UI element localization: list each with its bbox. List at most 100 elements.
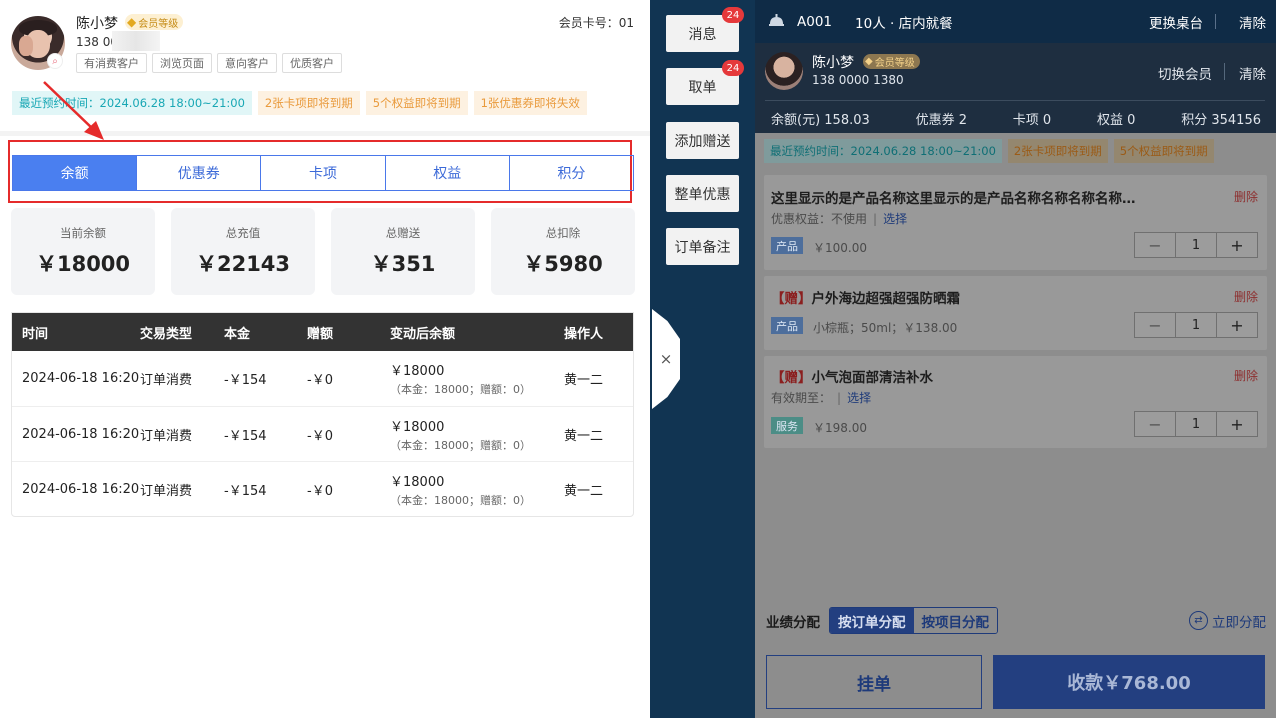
delete-item-button[interactable]: 删除 — [1234, 367, 1258, 384]
summary-balance: 余额(元) 158.03 — [771, 113, 870, 128]
quantity-stepper: − 1 + — [1134, 411, 1258, 437]
order-discount-button[interactable]: 整单优惠 — [666, 175, 739, 212]
tab-cards[interactable]: 卡项 — [260, 156, 384, 190]
stat-total-gift: 总赠送 ￥351 — [331, 208, 475, 295]
quantity-stepper: − 1 + — [1134, 312, 1258, 338]
header-operator: 操作人 — [564, 326, 604, 342]
table-row: 2024-06-18 16:20 订单消费 -￥154 -￥0 ￥18000 （… — [22, 364, 604, 396]
coupon-expire-notice: 1张优惠券即将失效 — [473, 91, 587, 115]
item-price: ￥198.00 — [813, 421, 867, 435]
orders-count-badge: 24 — [722, 60, 744, 76]
summary-coupons: 优惠券 2 — [915, 113, 967, 128]
diamond-icon: ◆ — [127, 15, 137, 29]
messages-count-badge: 24 — [722, 7, 744, 23]
messages-button[interactable]: 消息 24 — [666, 7, 744, 52]
clear-table-button[interactable]: 清除 — [1239, 12, 1266, 32]
order-note-button[interactable]: 订单备注 — [666, 228, 739, 265]
quantity-value[interactable]: 1 — [1176, 313, 1216, 337]
item-title: 【赠】户外海边超强超强防晒霜 — [771, 291, 960, 307]
tab-coupons[interactable]: 优惠券 — [136, 156, 260, 190]
card-expire-notice: 2张卡项即将到期 — [257, 91, 360, 115]
table-row: 2024-06-18 16:20 订单消费 -￥154 -￥0 ￥18000 （… — [12, 461, 633, 516]
item-title: 这里显示的是产品名称这里显示的是产品名称名称名称名称… — [771, 191, 1136, 207]
stat-current-balance: 当前余额 ￥18000 — [11, 208, 155, 295]
switch-member-button[interactable]: 切换会员 — [1158, 63, 1212, 83]
member-level-badge: ◆ 会员等级 — [125, 14, 184, 30]
dining-info: 10人 · 店内就餐 — [855, 15, 953, 32]
header-gift: 赠额 — [307, 326, 334, 342]
quantity-value[interactable]: 1 — [1176, 233, 1216, 257]
diamond-icon: ◆ — [865, 56, 873, 67]
order-member-phone: 138 0000 1380 — [812, 73, 904, 87]
member-tag: 意向客户 — [217, 53, 277, 73]
item-type-tag: 产品 — [771, 237, 803, 254]
item-spec-price: 小棕瓶；50ml；￥138.00 — [813, 321, 958, 335]
tab-rights[interactable]: 权益 — [384, 156, 509, 190]
balance-stats: 当前余额 ￥18000 总充值 ￥22143 总赠送 ￥351 总扣除 ￥598… — [11, 208, 635, 295]
member-card-number: 会员卡号：01 — [558, 16, 634, 30]
member-summary: 余额(元) 158.03 优惠券 2 卡项 0 权益 0 积分 354156 — [771, 109, 1261, 128]
member-detail-panel: ⌕ 陈小梦 ◆ 会员等级 138 00 会员卡号：01 有消费客户 浏览页面 意… — [0, 0, 650, 718]
order-notices: 最近预约时间：2024.06.28 18:00~21:00 2张卡项即将到期 5… — [764, 139, 1214, 163]
increase-button[interactable]: + — [1216, 233, 1257, 257]
header-balance: 变动后余额 — [390, 326, 456, 342]
increase-button[interactable]: + — [1216, 412, 1257, 436]
decrease-button[interactable]: − — [1135, 412, 1176, 436]
member-tags: 有消费客户 浏览页面 意向客户 优质客户 — [76, 53, 342, 73]
summary-points: 积分 354156 — [1181, 113, 1261, 128]
increase-button[interactable]: + — [1216, 313, 1257, 337]
performance-allocation: 业绩分配 按订单分配 按项目分配 ⇄ 立即分配 — [766, 607, 1266, 634]
order-top-bar: A001 10人 · 店内就餐 更换桌台 清除 — [755, 0, 1276, 43]
item-validity-line: 有效期至： | 选择 — [771, 391, 872, 405]
order-member-card: 陈小梦 ◆ 会员等级 138 0000 1380 切换会员 清除 余额(元) 1… — [755, 43, 1276, 133]
header-type: 交易类型 — [140, 326, 193, 342]
table-header: 时间 交易类型 本金 赠额 变动后余额 操作人 — [12, 313, 633, 351]
swap-icon: ⇄ — [1189, 611, 1208, 630]
item-price: ￥100.00 — [813, 241, 867, 255]
order-item: 这里显示的是产品名称这里显示的是产品名称名称名称名称… 删除 优惠权益：不使用 |… — [764, 175, 1267, 270]
select-discount-link[interactable]: 选择 — [883, 212, 907, 226]
retrieve-order-button[interactable]: 取单 24 — [666, 60, 744, 105]
add-gift-button[interactable]: 添加赠送 — [666, 122, 739, 159]
summary-rights: 权益 0 — [1097, 113, 1136, 128]
checkout-button[interactable]: 收款￥768.00 — [993, 655, 1265, 709]
gift-label: 【赠】 — [771, 291, 812, 307]
order-member-badge: ◆ 会员等级 — [863, 54, 920, 69]
section-divider — [0, 131, 650, 136]
item-type-tag: 服务 — [771, 417, 803, 434]
order-panel: A001 10人 · 店内就餐 更换桌台 清除 陈小梦 ◆ 会员等级 138 0… — [755, 0, 1276, 718]
service-bell-icon — [768, 13, 786, 31]
table-row: 2024-06-18 16:20 订单消费 -￥154 -￥0 ￥18000 （… — [12, 406, 633, 461]
header-principal: 本金 — [224, 326, 251, 342]
allocation-toggle: 按订单分配 按项目分配 — [829, 607, 998, 634]
tab-points[interactable]: 积分 — [508, 156, 633, 190]
hang-order-button[interactable]: 挂单 — [766, 655, 982, 709]
search-icon[interactable]: ⌕ — [47, 53, 63, 69]
item-discount-line: 优惠权益：不使用 | 选择 — [771, 212, 908, 226]
select-validity-link[interactable]: 选择 — [847, 391, 871, 405]
close-icon: × — [659, 350, 673, 368]
clear-member-button[interactable]: 清除 — [1239, 63, 1266, 83]
transaction-table: 时间 交易类型 本金 赠额 变动后余额 操作人 2024-06-18 16:20… — [11, 312, 634, 517]
quantity-stepper: − 1 + — [1134, 232, 1258, 258]
item-title: 【赠】小气泡面部清洁补水 — [771, 370, 933, 386]
order-member-avatar — [765, 52, 803, 90]
delete-item-button[interactable]: 删除 — [1234, 288, 1258, 305]
member-tag: 有消费客户 — [76, 53, 147, 73]
member-name: 陈小梦 — [76, 16, 118, 32]
delete-item-button[interactable]: 删除 — [1234, 188, 1258, 205]
decrease-button[interactable]: − — [1135, 313, 1176, 337]
summary-cards: 卡项 0 — [1012, 113, 1052, 128]
allocate-by-item-button[interactable]: 按项目分配 — [913, 608, 997, 633]
tab-balance[interactable]: 余额 — [13, 156, 137, 190]
decrease-button[interactable]: − — [1135, 233, 1176, 257]
phone-mask — [112, 31, 160, 51]
order-member-name: 陈小梦 — [812, 55, 854, 71]
change-table-button[interactable]: 更换桌台 — [1149, 12, 1203, 32]
appointment-notice: 最近预约时间：2024.06.28 18:00~21:00 — [12, 91, 252, 115]
allocate-by-order-button[interactable]: 按订单分配 — [830, 608, 914, 633]
gift-label: 【赠】 — [771, 370, 812, 386]
instant-allocate-button[interactable]: ⇄ 立即分配 — [1189, 611, 1266, 631]
quantity-value[interactable]: 1 — [1176, 412, 1216, 436]
member-notices: 最近预约时间：2024.06.28 18:00~21:00 2张卡项即将到期 5… — [12, 91, 587, 115]
